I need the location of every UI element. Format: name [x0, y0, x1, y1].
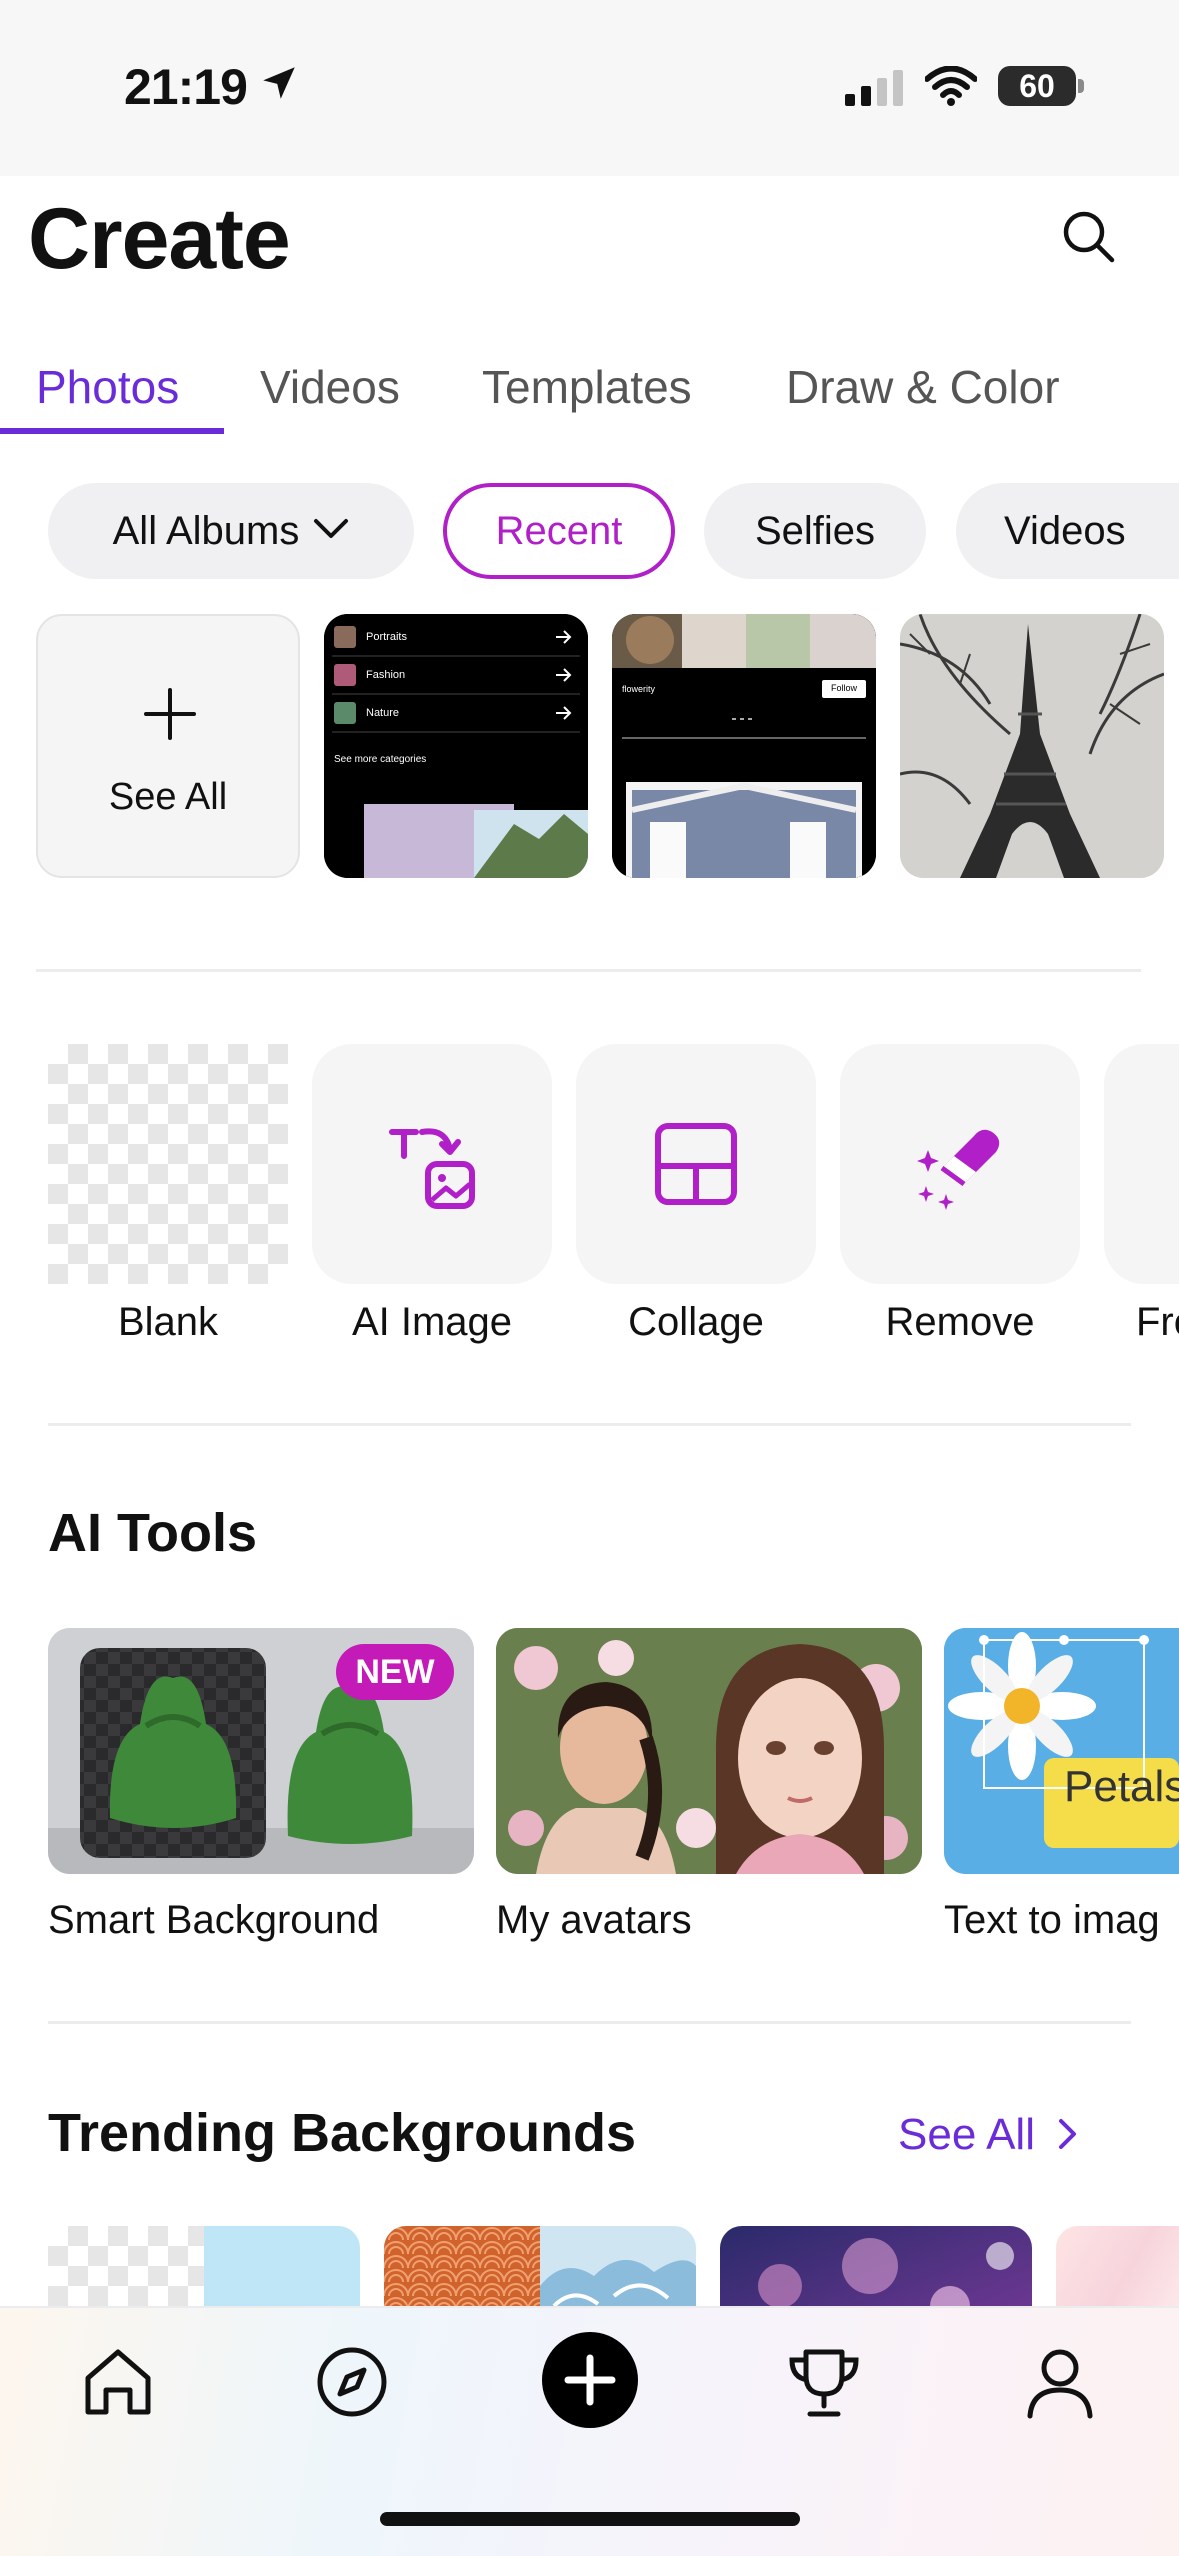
filter-all-albums[interactable]: All Albums: [48, 483, 414, 579]
eiffel-tower-photo: [900, 614, 1164, 878]
smart-background-card[interactable]: NEW: [48, 1628, 474, 1874]
page-title: Create: [28, 191, 291, 287]
freestyle-button[interactable]: [1104, 1044, 1179, 1284]
collage-icon: [655, 1123, 737, 1205]
thumb-row-fashion: Fashion: [366, 669, 406, 681]
status-time: 21:19: [124, 59, 248, 115]
blank-label: Blank: [117, 1300, 219, 1344]
home-icon[interactable]: [78, 2342, 158, 2422]
battery-icon: 60: [998, 66, 1076, 106]
thumb-see-more: See more categories: [334, 754, 427, 765]
tab-draw-color[interactable]: Draw & Color: [786, 360, 1060, 414]
cellular-signal-icon: [845, 70, 903, 106]
section-divider: [36, 969, 1141, 972]
profile-icon[interactable]: [1020, 2342, 1100, 2422]
my-avatars-label: My avatars: [496, 1898, 692, 1942]
my-avatars-card[interactable]: [496, 1628, 922, 1874]
thumb-row-portraits: Portraits: [366, 631, 407, 643]
search-icon[interactable]: [1058, 206, 1118, 266]
petals-product-text: Petals: [1064, 1762, 1179, 1811]
home-indicator: [380, 2512, 800, 2526]
trophy-icon[interactable]: [784, 2342, 864, 2422]
battery-cap: [1078, 79, 1084, 93]
thumb-row-nature: Nature: [366, 707, 400, 719]
blank-canvas-button[interactable]: [48, 1044, 288, 1284]
text-to-image-preview: [944, 1628, 1179, 1874]
remove-label: Remove: [885, 1300, 1035, 1344]
thumb-follow: Follow: [830, 683, 857, 693]
ai-image-label: AI Image: [351, 1300, 513, 1344]
screenshot-thumbnail-image: [324, 614, 588, 878]
filter-videos[interactable]: Videos: [956, 483, 1179, 579]
new-badge: NEW: [336, 1644, 454, 1700]
filter-recent[interactable]: Recent: [443, 483, 675, 579]
text-to-image-label: Text to imag: [944, 1898, 1160, 1942]
text-to-image-icon: [389, 1128, 475, 1209]
freestyle-label: Fre: [1136, 1300, 1179, 1344]
active-tab-indicator: [0, 428, 224, 434]
filter-all-albums-label: All Albums: [112, 509, 300, 553]
location-arrow-icon: [263, 67, 295, 99]
tab-videos[interactable]: Videos: [260, 360, 400, 414]
text-to-image-card[interactable]: Petals: [944, 1628, 1179, 1874]
see-all-label: See All: [898, 2110, 1035, 2159]
ai-image-button[interactable]: [312, 1044, 552, 1284]
ai-tools-title: AI Tools: [48, 1503, 257, 1563]
remove-button[interactable]: [840, 1044, 1080, 1284]
section-divider: [48, 2021, 1131, 2024]
trending-backgrounds-title: Trending Backgrounds: [48, 2103, 637, 2163]
discover-compass-icon[interactable]: [312, 2342, 392, 2422]
recent-photo-thumbnail[interactable]: [900, 614, 1164, 878]
trending-see-all-link[interactable]: See All: [898, 2110, 1079, 2160]
see-all-label: See All: [108, 776, 228, 818]
wifi-icon: [925, 66, 977, 106]
chevron-right-icon: [1059, 2119, 1077, 2150]
chevron-down-icon: [314, 519, 349, 539]
recent-photo-thumbnail[interactable]: flowerity Follow: [612, 614, 876, 878]
tab-templates[interactable]: Templates: [482, 360, 692, 414]
tab-photos[interactable]: Photos: [36, 360, 179, 414]
thumb-username: flowerity: [622, 684, 656, 694]
see-all-photos-button[interactable]: See All: [36, 614, 300, 878]
collage-button[interactable]: [576, 1044, 816, 1284]
plus-icon: [144, 688, 196, 740]
create-plus-icon[interactable]: [538, 2328, 642, 2432]
screenshot-thumbnail-image: [612, 614, 876, 878]
filter-selfies[interactable]: Selfies: [704, 483, 926, 579]
section-divider: [48, 1423, 1131, 1426]
avatars-image: [496, 1628, 922, 1874]
recent-photo-thumbnail[interactable]: Portraits Fashion Nature See more catego…: [324, 614, 588, 878]
smart-background-label: Smart Background: [48, 1898, 380, 1942]
eraser-sparkle-icon: [917, 1129, 1000, 1210]
collage-label: Collage: [628, 1300, 764, 1344]
